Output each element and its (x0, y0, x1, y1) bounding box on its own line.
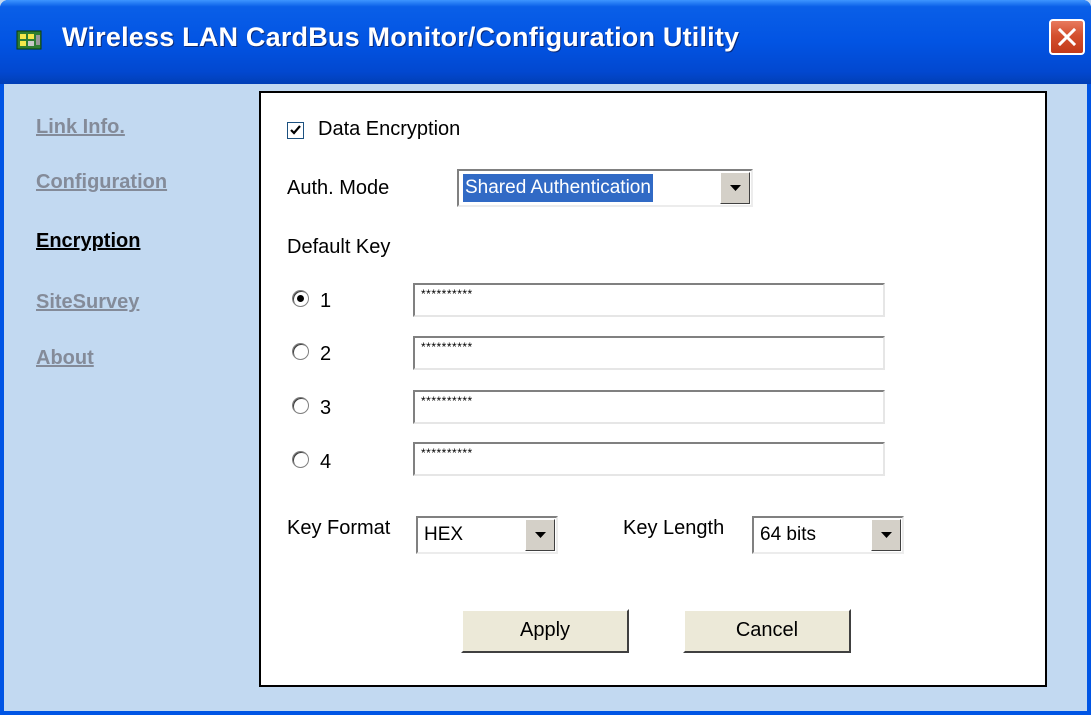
key-format-label: Key Format (287, 517, 391, 539)
app-window: Wireless LAN CardBus Monitor/Configurati… (0, 0, 1091, 715)
sidebar-item-sitesurvey[interactable]: SiteSurvey (36, 291, 139, 314)
checkmark-icon (290, 125, 301, 135)
auth-mode-value: Shared Authentication (463, 174, 653, 202)
key-length-select[interactable]: 64 bits (752, 516, 904, 554)
chevron-down-icon (730, 185, 741, 191)
chevron-down-icon (535, 532, 546, 538)
key-3-input[interactable]: ********** (413, 390, 885, 424)
key-4-number: 4 (320, 451, 332, 473)
auth-mode-label: Auth. Mode (287, 177, 390, 199)
data-encryption-label: Data Encryption (318, 118, 461, 140)
sidebar-item-link-info[interactable]: Link Info. (36, 116, 125, 139)
auth-mode-select[interactable]: Shared Authentication (457, 169, 753, 207)
key-1-radio[interactable] (292, 290, 309, 307)
key-2-number: 2 (320, 343, 332, 365)
key-format-dropdown-button[interactable] (525, 519, 555, 551)
sidebar-item-about[interactable]: About (36, 347, 94, 370)
key-2-radio[interactable] (292, 343, 309, 360)
sidebar-item-configuration[interactable]: Configuration (36, 171, 167, 194)
key-2-input[interactable]: ********** (413, 336, 885, 370)
chevron-down-icon (881, 532, 892, 538)
data-encryption-checkbox[interactable] (287, 122, 304, 139)
key-4-input[interactable]: ********** (413, 442, 885, 476)
key-1-number: 1 (320, 290, 332, 312)
key-3-number: 3 (320, 397, 332, 419)
key-3-radio[interactable] (292, 397, 309, 414)
window-title: Wireless LAN CardBus Monitor/Configurati… (62, 22, 740, 52)
key-4-radio[interactable] (292, 451, 309, 468)
key-1-input[interactable]: ********** (413, 283, 885, 317)
default-key-label: Default Key (287, 236, 391, 258)
apply-button[interactable]: Apply (461, 609, 629, 653)
radio-selected-dot (297, 295, 304, 302)
close-icon (1058, 28, 1076, 46)
key-length-value: 64 bits (760, 524, 816, 545)
cancel-button[interactable]: Cancel (683, 609, 851, 653)
sidebar-item-encryption[interactable]: Encryption (36, 230, 140, 253)
auth-mode-dropdown-button[interactable] (720, 172, 750, 204)
close-button[interactable] (1049, 19, 1085, 55)
network-card-icon (16, 27, 44, 53)
title-bar[interactable]: Wireless LAN CardBus Monitor/Configurati… (0, 0, 1091, 84)
key-length-label: Key Length (623, 517, 725, 539)
key-format-select[interactable]: HEX (416, 516, 558, 554)
client-area: Link Info. Configuration Encryption Site… (4, 84, 1087, 711)
key-length-dropdown-button[interactable] (871, 519, 901, 551)
key-format-value: HEX (424, 524, 464, 545)
encryption-panel: Data Encryption Auth. Mode Shared Authen… (259, 91, 1047, 687)
